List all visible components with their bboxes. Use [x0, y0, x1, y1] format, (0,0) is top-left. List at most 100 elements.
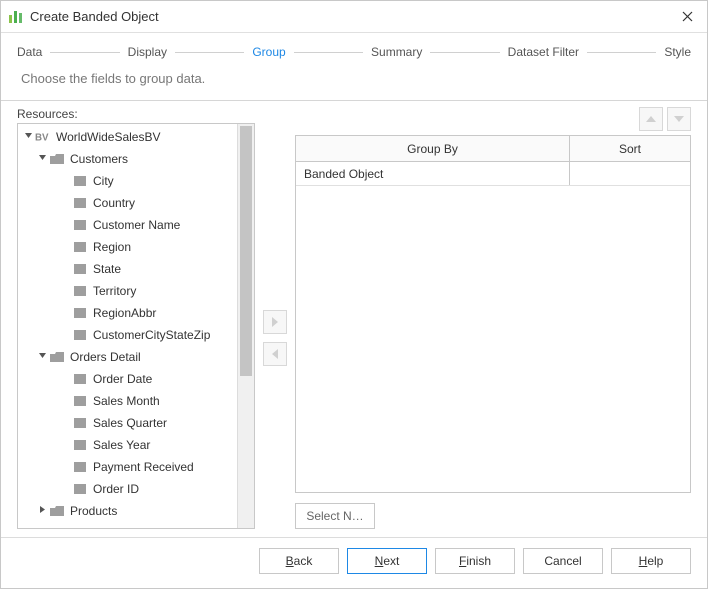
- tree-item-label: Products: [70, 504, 117, 518]
- tree-item-label: Payment Received: [93, 460, 194, 474]
- main-content: Resources: BVWorldWideSalesBV Customers Ci…: [1, 107, 707, 537]
- tree-item[interactable]: BVWorldWideSalesBV: [18, 126, 237, 148]
- cell-group-by[interactable]: Banded Object: [296, 162, 570, 185]
- move-up-button[interactable]: [639, 107, 663, 131]
- tree-item-label: Order ID: [93, 482, 139, 496]
- tree-scrollbar[interactable]: [237, 124, 254, 528]
- help-button[interactable]: Help: [611, 548, 691, 574]
- tree-item[interactable]: Order ID: [18, 478, 237, 500]
- scrollbar-thumb[interactable]: [240, 126, 252, 376]
- move-down-button[interactable]: [667, 107, 691, 131]
- window-title: Create Banded Object: [30, 9, 159, 24]
- step-divider: [294, 52, 363, 53]
- expand-open-icon[interactable]: [36, 351, 48, 363]
- cancel-button[interactable]: Cancel: [523, 548, 603, 574]
- tree-item[interactable]: Orders Detail: [18, 346, 237, 368]
- step-divider: [50, 52, 119, 53]
- field-icon: [72, 262, 88, 276]
- folder-icon: [49, 152, 65, 166]
- tree-item-label: Sales Quarter: [93, 416, 167, 430]
- table-empty-area: [296, 186, 690, 492]
- app-icon: [9, 11, 22, 23]
- tree-item-label: Sales Year: [93, 438, 150, 452]
- tree-item-label: CustomerCityStateZip: [93, 328, 210, 342]
- field-icon: [72, 394, 88, 408]
- tree-item-label: Orders Detail: [70, 350, 141, 364]
- close-button[interactable]: [675, 5, 699, 29]
- field-icon: [72, 306, 88, 320]
- add-button[interactable]: [263, 310, 287, 334]
- step-style[interactable]: Style: [664, 45, 691, 59]
- tree-item[interactable]: City: [18, 170, 237, 192]
- folder-icon: [49, 504, 65, 518]
- back-button[interactable]: Back: [259, 548, 339, 574]
- step-description: Choose the fields to group data.: [1, 67, 707, 100]
- divider: [1, 100, 707, 101]
- resources-label: Resources:: [17, 107, 255, 121]
- tree-item[interactable]: Territory: [18, 280, 237, 302]
- field-icon: [72, 482, 88, 496]
- col-sort[interactable]: Sort: [570, 136, 690, 161]
- tree-item-label: Customers: [70, 152, 128, 166]
- tree-item[interactable]: Sales Quarter: [18, 412, 237, 434]
- cancel-label: Cancel: [544, 554, 581, 568]
- group-table: Group By Sort Banded Object: [295, 135, 691, 493]
- tree-item-label: Customer Name: [93, 218, 180, 232]
- tree-viewport[interactable]: BVWorldWideSalesBV Customers City Country Cu…: [18, 124, 237, 528]
- tree-item[interactable]: Customer Name: [18, 214, 237, 236]
- bv-icon: BV: [35, 130, 51, 144]
- step-summary[interactable]: Summary: [371, 45, 422, 59]
- step-divider: [175, 52, 244, 53]
- resources-tree: BVWorldWideSalesBV Customers City Country Cu…: [17, 123, 255, 529]
- table-header: Group By Sort: [296, 136, 690, 162]
- select-n-button[interactable]: Select N…: [295, 503, 375, 529]
- tree-item[interactable]: Sales Month: [18, 390, 237, 412]
- tree-item[interactable]: Order Date: [18, 368, 237, 390]
- step-data[interactable]: Data: [17, 45, 42, 59]
- group-panel: Group By Sort Banded Object Select N…: [295, 107, 691, 529]
- close-icon: [682, 11, 693, 22]
- field-icon: [72, 196, 88, 210]
- titlebar: Create Banded Object: [1, 1, 707, 33]
- step-divider: [430, 52, 499, 53]
- tree-item-label: Country: [93, 196, 135, 210]
- tree-item[interactable]: RegionAbbr: [18, 302, 237, 324]
- tree-item[interactable]: Region: [18, 236, 237, 258]
- step-dataset-filter[interactable]: Dataset Filter: [508, 45, 579, 59]
- arrow-down-icon: [673, 113, 685, 125]
- folder-icon: [49, 350, 65, 364]
- step-display[interactable]: Display: [128, 45, 167, 59]
- tree-item[interactable]: Customers: [18, 148, 237, 170]
- tree-item-label: Sales Month: [93, 394, 160, 408]
- tree-item-label: State: [93, 262, 121, 276]
- expand-closed-icon[interactable]: [36, 505, 48, 517]
- col-group-by[interactable]: Group By: [296, 136, 570, 161]
- field-icon: [72, 284, 88, 298]
- reorder-buttons: [295, 107, 691, 131]
- svg-text:BV: BV: [35, 133, 49, 143]
- field-icon: [72, 372, 88, 386]
- tree-item[interactable]: Sales Year: [18, 434, 237, 456]
- tree-item-label: City: [93, 174, 114, 188]
- arrow-up-icon: [645, 113, 657, 125]
- next-button[interactable]: Next: [347, 548, 427, 574]
- tree-item[interactable]: CustomerCityStateZip: [18, 324, 237, 346]
- field-icon: [72, 218, 88, 232]
- finish-button[interactable]: Finish: [435, 548, 515, 574]
- tree-item[interactable]: Products: [18, 500, 237, 522]
- cell-sort[interactable]: [570, 162, 690, 185]
- table-row[interactable]: Banded Object: [296, 162, 690, 186]
- resources-panel: Resources: BVWorldWideSalesBV Customers Ci…: [17, 107, 255, 529]
- tree-item[interactable]: Payment Received: [18, 456, 237, 478]
- field-icon: [72, 460, 88, 474]
- field-icon: [72, 174, 88, 188]
- arrow-right-icon: [269, 316, 281, 328]
- tree-item[interactable]: State: [18, 258, 237, 280]
- step-group[interactable]: Group: [252, 45, 285, 59]
- remove-button[interactable]: [263, 342, 287, 366]
- field-icon: [72, 416, 88, 430]
- field-icon: [72, 240, 88, 254]
- tree-item[interactable]: Country: [18, 192, 237, 214]
- expand-open-icon[interactable]: [22, 131, 34, 143]
- expand-open-icon[interactable]: [36, 153, 48, 165]
